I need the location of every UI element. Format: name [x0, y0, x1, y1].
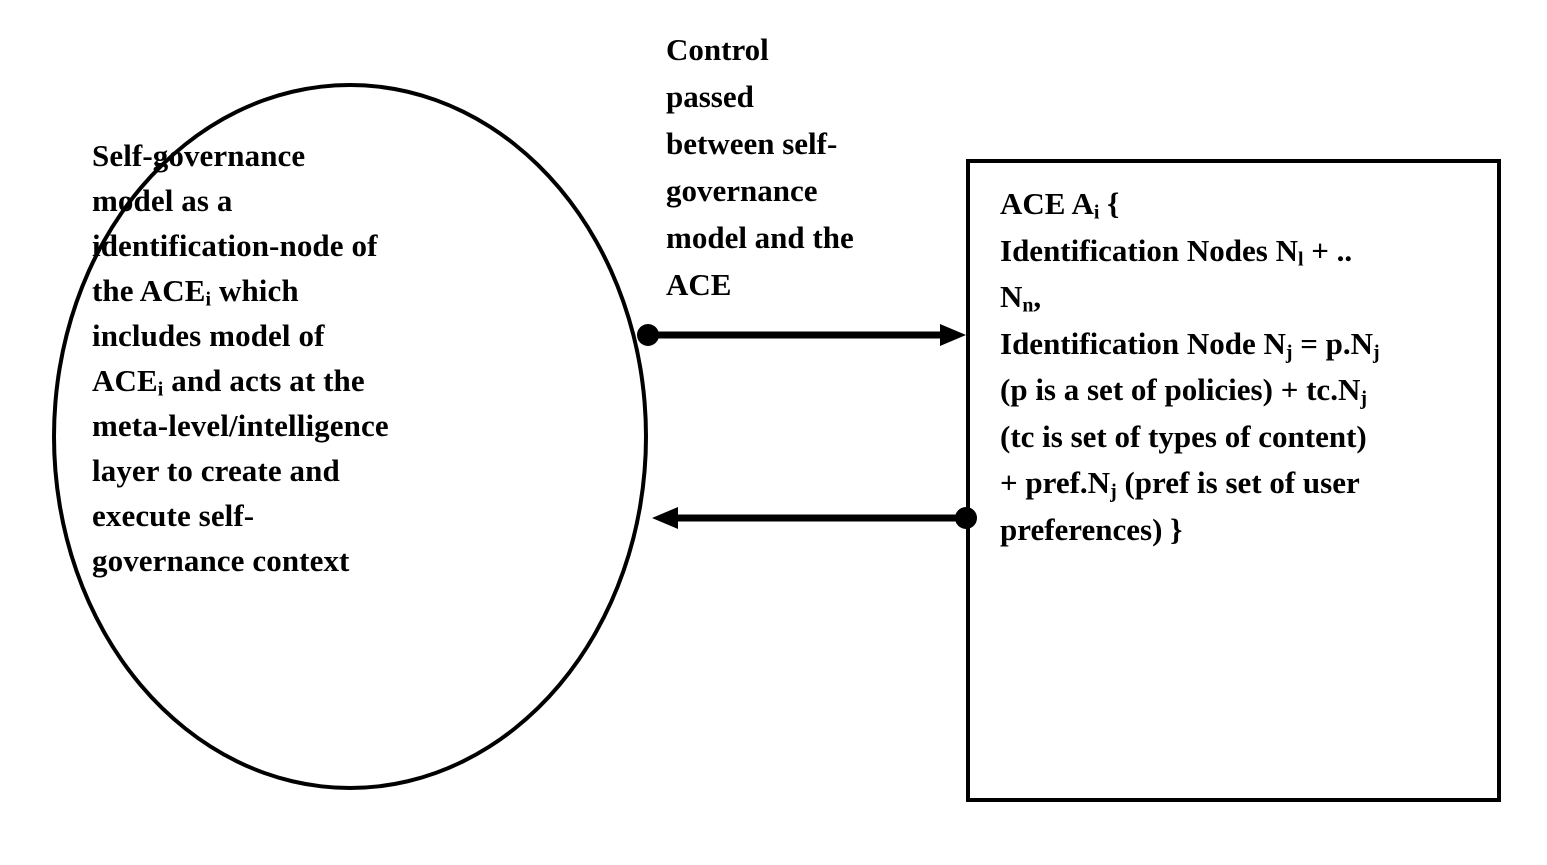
subscript-n: n — [1022, 294, 1034, 317]
ellipse-line-4: the ACEi which — [92, 273, 299, 311]
rect-line-1: ACE Ai { — [1000, 186, 1120, 224]
subscript-j: j — [1285, 340, 1293, 363]
ellipse-line-1: Self-governance — [92, 138, 306, 173]
ellipse-line-7: meta-level/intelligence — [92, 408, 389, 443]
rect-line-4: Identification Node Nj = p.Nj — [1000, 325, 1380, 363]
ellipse-line-9: execute self- — [92, 498, 255, 533]
ellipse-line-8: layer to create and — [92, 453, 340, 488]
ellipse-line-6: ACEi and acts at the — [92, 363, 365, 401]
ellipse-line-2: model as a — [92, 183, 233, 218]
connector-start-dot-forward — [637, 324, 659, 346]
subscript-j: j — [1373, 340, 1380, 363]
rect-line-8: preferences) } — [1000, 511, 1183, 547]
rect-line-6: (tc is set of types of content) — [1000, 418, 1367, 454]
ellipse-line-3: identification-node of — [92, 228, 378, 263]
diagram-canvas: Self-governance model as a identificatio… — [0, 0, 1547, 865]
caption-line-4: governance — [666, 173, 818, 208]
caption-line-2: passed — [666, 79, 754, 114]
caption-line-1: Control — [666, 32, 769, 67]
connector-ace-to-model[interactable] — [652, 507, 977, 529]
rect-line-2: Identification Nodes Nl + .. — [1000, 232, 1353, 270]
self-governance-model-label: Self-governance model as a identificatio… — [92, 133, 472, 583]
rect-line-5: (p is a set of policies) + tc.Nj — [1000, 372, 1367, 410]
subscript-j: j — [1110, 480, 1117, 503]
connector-model-to-ace[interactable] — [637, 324, 966, 346]
ellipse-line-5: includes model of — [92, 318, 325, 353]
caption-line-3: between self- — [666, 126, 838, 161]
connector-arrowhead-return — [652, 507, 678, 529]
connector-arrowhead-forward — [940, 324, 966, 346]
ellipse-line-10: governance context — [92, 543, 350, 578]
ace-definition-label: ACE Ai { Identification Nodes Nl + .. Nn, I… — [1000, 181, 1470, 553]
caption-line-6: ACE — [666, 267, 732, 302]
rect-line-7: + pref.Nj (pref is set of user — [1000, 465, 1360, 503]
connector-caption: Control passed between self- governance … — [666, 26, 906, 308]
subscript-j: j — [1360, 387, 1367, 410]
rect-line-3: Nn, — [1000, 279, 1042, 317]
caption-line-5: model and the — [666, 220, 854, 255]
